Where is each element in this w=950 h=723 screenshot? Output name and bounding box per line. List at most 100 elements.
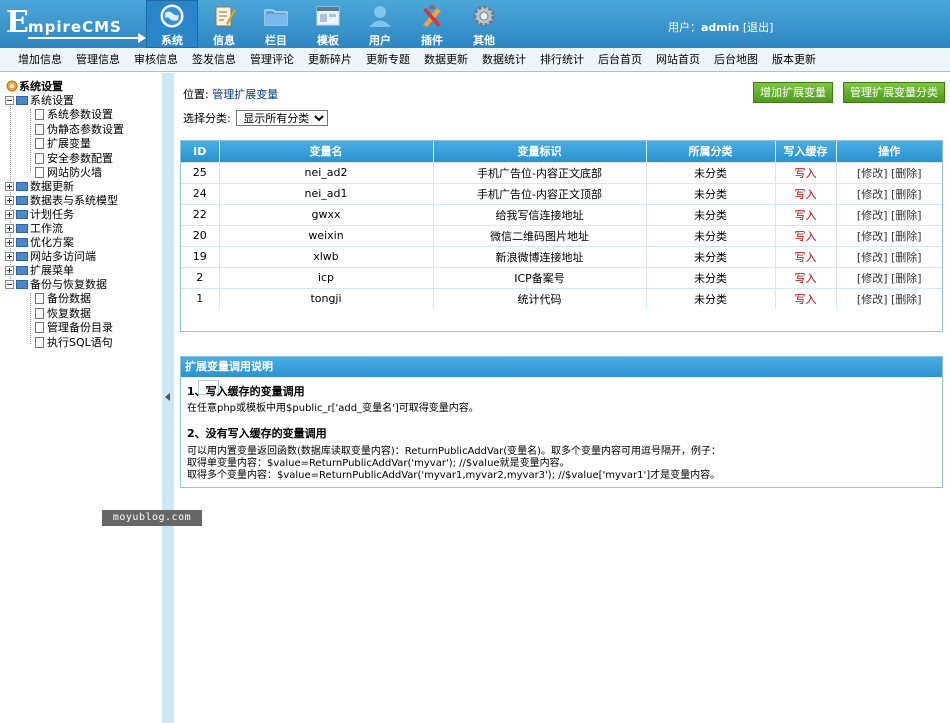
nav-user[interactable]: 用户 bbox=[354, 0, 406, 48]
variables-table-panel: ID 变量名 变量标识 所属分类 写入缓存 操作 25 nei_ad2 手机广告… bbox=[180, 140, 943, 395]
nav-other[interactable]: 其他 bbox=[458, 0, 510, 48]
logout-link[interactable]: [退出] bbox=[743, 21, 774, 34]
tree-item-optimization[interactable]: 优化方案 bbox=[5, 236, 74, 250]
delete-link[interactable]: [删除] bbox=[891, 167, 922, 180]
tree-item-backup-dir[interactable]: 管理备份目录 bbox=[35, 321, 113, 335]
delete-link[interactable]: [删除] bbox=[891, 251, 922, 264]
info-text-uncached: 可以用内置变量返回函数(数据库读取变量内容)：ReturnPublicAddVa… bbox=[187, 446, 722, 457]
manage-variable-categories-button[interactable]: 管理扩展变量分类 bbox=[843, 82, 945, 103]
edit-link[interactable]: [修改] bbox=[857, 293, 888, 306]
tree-item-extended-vars[interactable]: 扩展变量 bbox=[35, 137, 91, 151]
tree-item-extended-menu[interactable]: 扩展菜单 bbox=[5, 264, 74, 278]
info-panel-title: 扩展变量调用说明 bbox=[181, 357, 942, 377]
col-category: 所属分类 bbox=[646, 141, 776, 162]
cell-var-ident: 新浪微博连接地址 bbox=[433, 245, 647, 267]
submenu-rank-stats[interactable]: 排行统计 bbox=[533, 48, 591, 71]
info-text-multi-example: 取得多个变量内容：$value=ReturnPublicAddVar('myva… bbox=[187, 470, 721, 481]
collapse-icon[interactable] bbox=[5, 96, 14, 105]
submenu-site-home[interactable]: 网站首页 bbox=[649, 48, 707, 71]
tree-item-rewrite-params[interactable]: 伪静态参数设置 bbox=[35, 123, 124, 137]
expand-icon[interactable] bbox=[5, 252, 14, 261]
cell-var-ident: 手机广告位-内容正文顶部 bbox=[433, 182, 647, 204]
nav-column[interactable]: 栏目 bbox=[250, 0, 302, 48]
document-icon bbox=[35, 293, 44, 304]
sidebar-splitter[interactable] bbox=[162, 73, 174, 723]
cell-write-cache: 写入 bbox=[775, 161, 837, 183]
tree-item-backup-restore[interactable]: 备份与恢复数据 bbox=[5, 278, 107, 292]
breadcrumb: 位置: 管理扩展变量 bbox=[183, 86, 278, 102]
submenu-admin-home[interactable]: 后台首页 bbox=[591, 48, 649, 71]
delete-link[interactable]: [删除] bbox=[891, 293, 922, 306]
tree-item-multi-access[interactable]: 网站多访问端 bbox=[5, 250, 96, 264]
tree-root[interactable]: 系统设置 bbox=[6, 80, 63, 94]
cell-var-ident: ICP备案号 bbox=[433, 266, 647, 288]
tree-item-label: 伪静态参数设置 bbox=[47, 123, 124, 136]
cell-id: 25 bbox=[181, 161, 220, 183]
submenu-sign-info[interactable]: 签发信息 bbox=[185, 48, 243, 71]
folder-icon bbox=[16, 280, 28, 289]
document-icon bbox=[35, 167, 44, 178]
expand-icon[interactable] bbox=[5, 238, 14, 247]
tree-item-restore-data[interactable]: 恢复数据 bbox=[35, 307, 91, 321]
template-window-icon bbox=[316, 6, 340, 26]
nav-info[interactable]: 信息 bbox=[198, 0, 250, 48]
edit-link[interactable]: [修改] bbox=[857, 188, 888, 201]
submenu-update-fragments[interactable]: 更新碎片 bbox=[301, 48, 359, 71]
expand-icon[interactable] bbox=[5, 182, 14, 191]
tree-item-run-sql[interactable]: 执行SQL语句 bbox=[35, 336, 113, 350]
collapse-arrow-icon[interactable] bbox=[165, 393, 170, 401]
document-icon bbox=[35, 109, 44, 120]
tree-item-system-params[interactable]: 系统参数设置 bbox=[35, 108, 113, 122]
tree-item-workflow[interactable]: 工作流 bbox=[5, 222, 63, 236]
tree-item-data-update[interactable]: 数据更新 bbox=[5, 180, 74, 194]
submenu-add-info[interactable]: 增加信息 bbox=[11, 48, 69, 71]
delete-link[interactable]: [删除] bbox=[891, 188, 922, 201]
tree-item-system-settings[interactable]: 系统设置 bbox=[5, 94, 74, 108]
expand-icon[interactable] bbox=[5, 196, 14, 205]
submenu-manage-comments[interactable]: 管理评论 bbox=[243, 48, 301, 71]
tree-item-security-config[interactable]: 安全参数配置 bbox=[35, 152, 113, 166]
nav-system[interactable]: 系统 bbox=[146, 0, 198, 48]
edit-link[interactable]: [修改] bbox=[857, 209, 888, 222]
category-select[interactable]: 显示所有分类 bbox=[236, 110, 329, 126]
info-heading-cached: 1、写入缓存的变量调用 bbox=[187, 385, 305, 398]
submenu-review-info[interactable]: 审核信息 bbox=[127, 48, 185, 71]
collapse-icon[interactable] bbox=[5, 280, 14, 289]
edit-link[interactable]: [修改] bbox=[857, 272, 888, 285]
cell-var-name: weixin bbox=[219, 224, 434, 246]
add-variable-button[interactable]: 增加扩展变量 bbox=[753, 82, 833, 103]
expand-icon[interactable] bbox=[5, 210, 14, 219]
expand-icon[interactable] bbox=[5, 266, 14, 275]
watermark: moyublog.com bbox=[102, 510, 202, 526]
username[interactable]: admin bbox=[701, 21, 739, 34]
submenu-update-topics[interactable]: 更新专题 bbox=[359, 48, 417, 71]
table-row: 22 gwxx 给我写信连接地址 未分类 写入 [修改] [删除] bbox=[181, 203, 942, 225]
cell-var-name: xlwb bbox=[219, 245, 434, 267]
tree-item-firewall[interactable]: 网站防火墙 bbox=[35, 166, 102, 180]
delete-link[interactable]: [删除] bbox=[891, 209, 922, 222]
delete-link[interactable]: [删除] bbox=[891, 272, 922, 285]
tree-item-backup-data[interactable]: 备份数据 bbox=[35, 292, 91, 306]
cell-actions: [修改] [删除] bbox=[836, 161, 942, 183]
submenu-data-update[interactable]: 数据更新 bbox=[417, 48, 475, 71]
submenu-data-stats[interactable]: 数据统计 bbox=[475, 48, 533, 71]
tree-item-label: 安全参数配置 bbox=[47, 152, 113, 165]
edit-link[interactable]: [修改] bbox=[857, 251, 888, 264]
tree-line bbox=[30, 293, 31, 344]
nav-plugin[interactable]: 插件 bbox=[406, 0, 458, 48]
nav-template[interactable]: 模板 bbox=[302, 0, 354, 48]
submenu-admin-map[interactable]: 后台地图 bbox=[707, 48, 765, 71]
submenu-version-update[interactable]: 版本更新 bbox=[765, 48, 823, 71]
submenu-manage-info[interactable]: 管理信息 bbox=[69, 48, 127, 71]
edit-link[interactable]: [修改] bbox=[857, 230, 888, 243]
tree-item-scheduled-tasks[interactable]: 计划任务 bbox=[5, 208, 74, 222]
edit-link[interactable]: [修改] bbox=[857, 167, 888, 180]
tree-item-label: 备份与恢复数据 bbox=[30, 278, 107, 291]
delete-link[interactable]: [删除] bbox=[891, 230, 922, 243]
main-nav: 系统 信息 栏目 模板 用户 插件 其他 bbox=[146, 0, 510, 48]
cell-var-ident: 手机广告位-内容正文底部 bbox=[433, 161, 647, 183]
breadcrumb-link[interactable]: 管理扩展变量 bbox=[212, 88, 278, 101]
cell-actions: [修改] [删除] bbox=[836, 266, 942, 288]
tree-item-tables-models[interactable]: 数据表与系统模型 bbox=[5, 194, 118, 208]
expand-icon[interactable] bbox=[5, 224, 14, 233]
